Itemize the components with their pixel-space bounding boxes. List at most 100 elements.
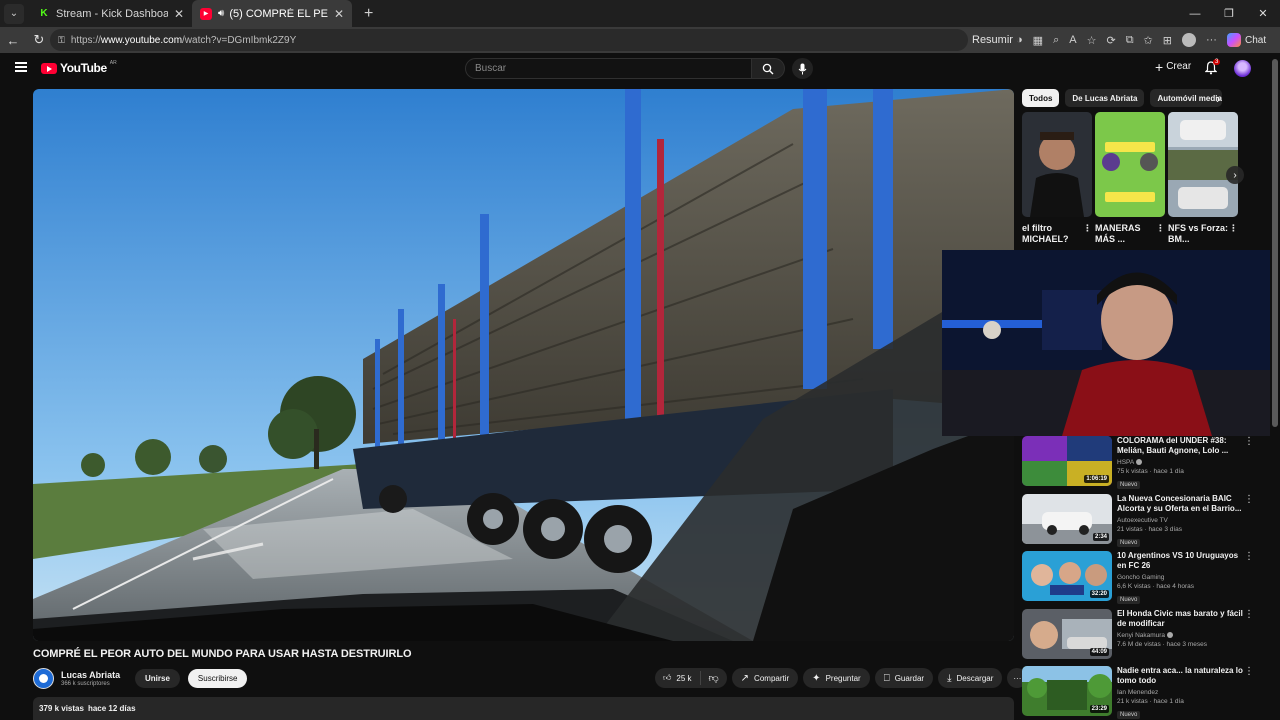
video-meta: El Honda Civic mas barato y fácil de mod… <box>1117 609 1247 667</box>
video-menu-icon[interactable]: ⋮ <box>1244 436 1254 447</box>
like-dislike-group: 👍︎ 25 k 👎︎ <box>655 668 727 688</box>
video-menu-icon[interactable]: ⋮ <box>1244 609 1254 620</box>
collections-icon[interactable]: ⊞ <box>1163 34 1172 47</box>
description-box[interactable]: 379 k vistas hace 12 días <box>33 697 1014 720</box>
related-video-item[interactable]: 32:20 10 Argentinos VS 10 Uruguayos en F… <box>1022 551 1262 609</box>
views-age: 7.6 M de vistas · hace 3 meses <box>1117 640 1207 648</box>
refresh-extension-icon[interactable]: ⟳ <box>1106 34 1115 47</box>
duration-badge: 32:20 <box>1089 590 1109 598</box>
reload-icon[interactable]: ↻ <box>26 32 52 48</box>
youtube-logo[interactable]: YouTube AR <box>41 60 117 75</box>
youtube-play-icon <box>41 62 57 74</box>
video-title: La Nueva Concesionaria BAIC Alcorta y su… <box>1117 493 1242 513</box>
chip-all[interactable]: Todos <box>1022 89 1060 107</box>
short-item[interactable]: MANERAS MÁS ... ⋮ <box>1095 112 1165 245</box>
url-host: www.youtube.com <box>100 34 183 46</box>
tab-actions-button[interactable]: ⌄ <box>4 3 24 24</box>
browser-tab-kick[interactable]: K Stream - Kick Dashboard ✕ <box>30 0 192 27</box>
bookmark-icon: ⎕ <box>883 672 890 684</box>
new-badge: Nuevo <box>1117 538 1141 547</box>
new-tab-icon[interactable]: + <box>364 5 373 23</box>
more-horizontal-icon: ··· <box>1013 673 1022 683</box>
thumbs-down-icon: 👎︎ <box>708 673 719 684</box>
short-menu-icon[interactable]: ⋮ <box>1083 223 1092 234</box>
zoom-icon[interactable]: ⌕ <box>1053 34 1059 47</box>
short-menu-icon[interactable]: ⋮ <box>1156 223 1165 234</box>
account-avatar[interactable] <box>1234 60 1251 77</box>
summary-button[interactable]: Resumir ◑ <box>972 34 1023 46</box>
tab-title: Stream - Kick Dashboard <box>56 7 168 20</box>
ask-button[interactable]: ✦ Preguntar <box>803 668 870 688</box>
profile-avatar[interactable] <box>1181 33 1196 47</box>
shorts-next-icon[interactable]: › <box>1226 166 1244 184</box>
share-icon: ↗ <box>740 672 750 684</box>
dislike-button[interactable]: 👎︎ <box>701 672 727 684</box>
channel-name: Ian Menendez <box>1117 689 1159 696</box>
views-age: 75 k vistas · hace 1 día <box>1117 468 1184 475</box>
channel-avatar[interactable] <box>33 667 54 689</box>
address-bar[interactable]: ⚿ https://www.youtube.com/watch?v=DGmIbm… <box>50 29 968 51</box>
more-menu-icon[interactable]: ··· <box>1206 34 1217 46</box>
save-button[interactable]: ⎕ Guardar <box>874 668 934 688</box>
duration-badge: 2:34 <box>1092 532 1109 541</box>
video-title: Nadie entra aca... la naturaleza lo tomo… <box>1117 666 1243 685</box>
browser-tab-youtube[interactable]: ▶ 🔊︎ (5) COMPRÉ EL PEOR AUTO D ✕ <box>192 0 352 27</box>
like-count: 25 k <box>676 673 692 683</box>
search-input[interactable] <box>465 58 752 79</box>
chip-midsize-car[interactable]: Automóvil mediano <box>1150 89 1223 107</box>
favorite-star-icon[interactable]: ☆ <box>1087 34 1097 47</box>
menu-icon[interactable] <box>15 62 27 72</box>
related-video-item[interactable]: 44:09 El Honda Civic mas barato y fácil … <box>1022 608 1262 667</box>
toolbar-right: Resumir ◑ ▦ ⌕ A ☆ ⟳ ⧉ ✩ ⊞ ··· Chat <box>972 27 1266 53</box>
speaker-icon[interactable]: 🔊︎ <box>218 8 224 19</box>
chips-next-icon[interactable]: › <box>1216 91 1220 106</box>
window-controls: — ❐ ✕ <box>1178 0 1280 27</box>
short-title: NFS vs Forza: BM... ⋮ <box>1168 223 1238 244</box>
video-meta: La Nueva Concesionaria BAIC Alcorta y su… <box>1117 494 1247 552</box>
close-window-icon[interactable]: ✕ <box>1246 0 1280 27</box>
channel-info: Lucas Abriata 366 k suscriptores <box>61 670 127 687</box>
share-button[interactable]: ↗ Compartir <box>731 668 799 688</box>
short-item[interactable]: el filtro MICHAEL? ⋮ <box>1022 112 1092 245</box>
copilot-chat-button[interactable]: Chat <box>1226 33 1266 47</box>
voice-search-button[interactable] <box>792 58 813 79</box>
back-icon[interactable]: ← <box>0 33 26 48</box>
channel-name[interactable]: Lucas Abriata <box>61 670 127 680</box>
like-button[interactable]: 👍︎ 25 k <box>655 671 701 685</box>
close-tab-icon[interactable]: ✕ <box>334 7 344 21</box>
search-button[interactable] <box>752 58 785 79</box>
apps-icon[interactable]: ▦ <box>1033 34 1043 47</box>
related-video-item[interactable]: 2:34 La Nueva Concesionaria BAIC Alcorta… <box>1022 493 1262 552</box>
channel-name: HSPA <box>1117 459 1247 466</box>
video-player[interactable] <box>33 89 1014 641</box>
country-code: AR <box>109 60 117 66</box>
scrollbar-thumb[interactable] <box>1272 59 1278 427</box>
short-thumbnail <box>1168 112 1238 217</box>
create-button[interactable]: + Crear <box>1155 60 1192 74</box>
chip-from-channel[interactable]: De Lucas Abriata <box>1065 89 1145 107</box>
related-video-item[interactable]: 23:29 Nadie entra aca... la naturaleza l… <box>1022 666 1262 720</box>
create-label: Crear <box>1166 61 1192 72</box>
sparkle-icon: ✦ <box>812 672 821 684</box>
short-menu-icon[interactable]: ⋮ <box>1229 223 1238 234</box>
video-thumbnail: 2:34 <box>1022 493 1112 544</box>
channel-name: Goncho Gaming <box>1117 574 1165 581</box>
restore-icon[interactable]: ❐ <box>1212 0 1246 27</box>
download-button[interactable]: ⤓ Descargar <box>938 668 1003 688</box>
minimize-icon[interactable]: — <box>1178 0 1212 27</box>
close-tab-icon[interactable]: ✕ <box>174 7 184 21</box>
split-screen-icon[interactable]: ⧉ <box>1126 34 1134 47</box>
duration-badge: 1:06:19 <box>1084 475 1109 483</box>
read-aloud-icon[interactable]: A <box>1069 34 1076 46</box>
new-badge: Nuevo <box>1117 596 1141 604</box>
favorites-icon[interactable]: ✩ <box>1144 34 1153 47</box>
video-thumbnail: 1:06:19 <box>1022 436 1112 486</box>
join-button[interactable]: Unirse <box>135 668 180 688</box>
page-scrollbar[interactable] <box>1270 53 1280 720</box>
video-menu-icon[interactable]: ⋮ <box>1244 666 1254 677</box>
site-info-icon[interactable]: ⚿ <box>58 35 65 46</box>
video-menu-icon[interactable]: ⋮ <box>1244 494 1254 505</box>
video-menu-icon[interactable]: ⋮ <box>1244 551 1254 562</box>
subscribe-button[interactable]: Suscribirse <box>187 668 248 688</box>
related-video-item[interactable]: 1:06:19 COLORAMA del UNDER #38: Melián, … <box>1022 436 1262 494</box>
